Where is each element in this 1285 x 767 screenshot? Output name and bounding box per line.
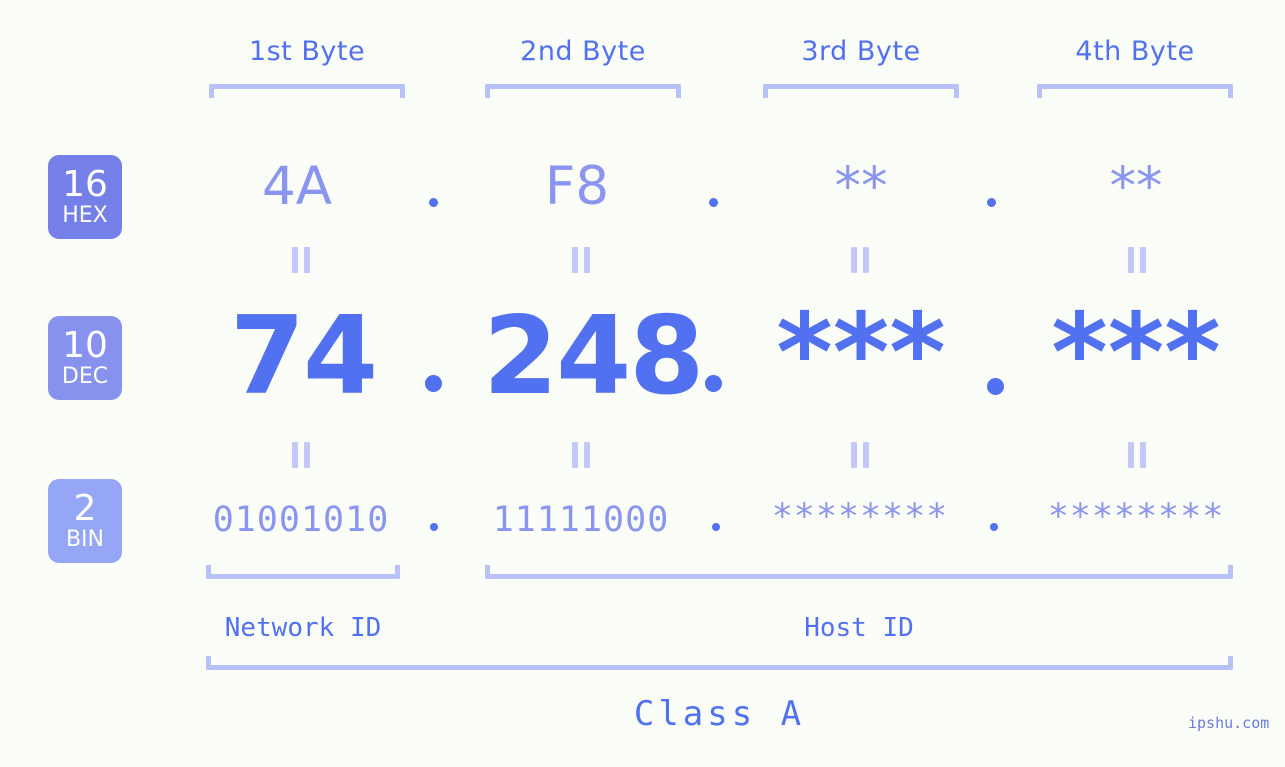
ip-address-breakdown-diagram: 1st Byte 2nd Byte 3rd Byte 4th Byte 16 H… <box>0 0 1285 767</box>
host-id-label: Host ID <box>804 613 914 643</box>
network-id-bracket <box>206 565 400 579</box>
bin-dot-separator-3 <box>990 523 998 531</box>
byte-bracket-1 <box>209 84 405 98</box>
bin-value-byte-1: 01001010 <box>212 500 390 540</box>
equals-separator-dec-bin-1 <box>292 442 311 468</box>
equals-separator-hex-dec-3 <box>851 247 870 273</box>
site-watermark: ipshu.com <box>1188 714 1270 732</box>
hex-value-byte-3: ** <box>834 156 888 217</box>
dec-dot-separator-3 <box>987 378 1004 395</box>
equals-separator-hex-dec-2 <box>572 247 591 273</box>
bin-value-byte-3: ******** <box>771 497 949 537</box>
byte-header-label-4: 4th Byte <box>1075 36 1195 67</box>
equals-separator-dec-bin-3 <box>851 442 870 468</box>
dec-dot-separator-1 <box>425 375 442 392</box>
byte-bracket-4 <box>1037 84 1233 98</box>
base-badge-dec: 10 DEC <box>48 316 122 400</box>
dec-value-byte-2: 248 <box>483 294 704 419</box>
class-label: Class A <box>633 694 806 734</box>
equals-separator-hex-dec-1 <box>292 247 311 273</box>
byte-header-label-1: 1st Byte <box>248 36 366 67</box>
byte-header-label-2: 2nd Byte <box>520 36 646 67</box>
bin-dot-separator-1 <box>430 523 438 531</box>
class-bracket <box>206 656 1233 670</box>
dec-value-byte-1: 74 <box>229 294 378 419</box>
equals-separator-dec-bin-2 <box>572 442 591 468</box>
base-badge-dec-name: DEC <box>61 364 109 389</box>
network-id-label: Network ID <box>224 613 382 643</box>
byte-bracket-2 <box>485 84 681 98</box>
base-badge-bin-name: BIN <box>65 527 105 552</box>
base-badge-hex-name: HEX <box>62 203 108 228</box>
base-badge-bin-number: 2 <box>73 488 97 529</box>
byte-bracket-3 <box>763 84 959 98</box>
hex-dot-separator-2 <box>709 198 718 207</box>
base-badge-hex: 16 HEX <box>48 155 122 239</box>
hex-value-byte-4: ** <box>1109 156 1163 217</box>
bin-dot-separator-2 <box>712 523 720 531</box>
byte-header-label-3: 3rd Byte <box>801 36 921 67</box>
bin-value-byte-2: 11111000 <box>492 500 670 540</box>
hex-value-byte-1: 4A <box>262 156 332 217</box>
base-badge-dec-number: 10 <box>62 325 108 366</box>
base-badge-hex-number: 16 <box>62 164 108 205</box>
base-badge-bin: 2 BIN <box>48 479 122 563</box>
hex-dot-separator-1 <box>429 198 438 207</box>
dec-value-byte-3: *** <box>776 291 946 416</box>
equals-separator-dec-bin-4 <box>1128 442 1147 468</box>
host-id-bracket <box>485 565 1233 579</box>
equals-separator-hex-dec-4 <box>1128 247 1147 273</box>
hex-dot-separator-3 <box>987 198 996 207</box>
hex-value-byte-2: F8 <box>544 156 610 217</box>
dec-value-byte-4: *** <box>1051 291 1221 416</box>
dec-dot-separator-2 <box>705 375 722 392</box>
bin-value-byte-4: ******** <box>1047 497 1225 537</box>
